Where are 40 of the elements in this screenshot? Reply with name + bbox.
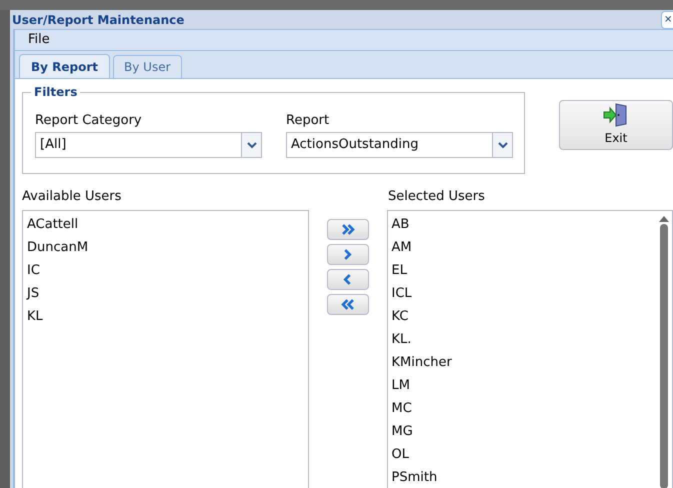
user-list-item[interactable]: EL	[392, 259, 656, 282]
tab[interactable]: By User	[113, 55, 182, 78]
dropdown-field[interactable]: [All]	[35, 132, 262, 158]
user-list-item[interactable]: LM	[392, 374, 656, 397]
exit-button[interactable]: Exit	[559, 100, 673, 150]
move-button[interactable]	[326, 269, 368, 290]
scroll-up-icon[interactable]	[659, 215, 669, 222]
menu-item[interactable]: File	[28, 30, 50, 50]
user-list-item[interactable]: ICL	[392, 282, 656, 305]
user-list-item[interactable]: JS	[27, 282, 308, 305]
exit-door-icon	[603, 103, 629, 127]
user-list-item[interactable]: MG	[392, 420, 656, 443]
list-label: Available Users	[22, 189, 122, 205]
user-list-item[interactable]: DuncanM	[27, 236, 308, 259]
chevron-down-icon	[246, 142, 256, 148]
user-list-item[interactable]: OL	[392, 443, 656, 466]
double-chevron-right-icon	[340, 224, 354, 235]
user-list-item[interactable]: ACattell	[27, 213, 308, 236]
close-button[interactable]: ×	[661, 10, 673, 28]
user-list-item[interactable]: AM	[392, 236, 656, 259]
window-title: User/Report Maintenance	[12, 12, 186, 28]
move-button[interactable]	[326, 294, 368, 315]
user-list-item[interactable]: KC	[392, 305, 656, 328]
scrollbar-thumb[interactable]	[660, 224, 668, 488]
dropdown-field[interactable]: ActionsOutstanding	[286, 132, 513, 158]
chevron-down-icon	[498, 142, 508, 148]
user-list-item[interactable]: PSmith	[392, 466, 656, 488]
user-list-item[interactable]: AB	[392, 213, 656, 236]
field-label: Report	[286, 113, 330, 129]
list-label: Selected Users	[388, 189, 485, 205]
double-chevron-left-icon	[340, 299, 354, 310]
user-list-item[interactable]: KL.	[392, 328, 656, 351]
move-button[interactable]	[326, 219, 368, 240]
field-label: Report Category	[35, 113, 143, 129]
tab[interactable]: By Report	[19, 54, 110, 78]
user-list-item[interactable]: IC	[27, 259, 308, 282]
user-list-item[interactable]: MC	[392, 397, 656, 420]
move-button[interactable]	[326, 244, 368, 265]
user-list-item[interactable]: KL	[27, 305, 308, 328]
user-list-item[interactable]: KMincher	[392, 351, 656, 374]
